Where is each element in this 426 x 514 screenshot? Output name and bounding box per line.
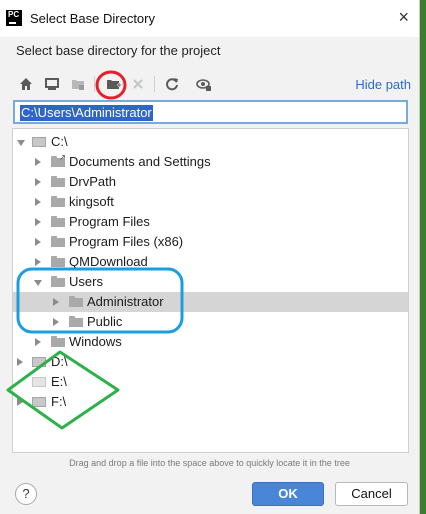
chevron-right-icon[interactable]: [17, 358, 23, 366]
tree-item-administrator[interactable]: Administrator: [13, 292, 408, 312]
folder-icon: [51, 276, 65, 287]
folder-icon: [51, 236, 65, 247]
tree-item-label: Program Files (x86): [69, 234, 184, 249]
app-icon-text: PC: [8, 10, 20, 19]
project-folder-icon[interactable]: [68, 74, 88, 94]
chevron-right-icon[interactable]: [35, 238, 41, 246]
cancel-button[interactable]: Cancel: [335, 482, 408, 506]
tree-item-label: DrvPath: [69, 174, 116, 189]
folder-icon: [51, 176, 65, 187]
chevron-right-icon[interactable]: [17, 398, 23, 406]
folder-icon: [51, 216, 65, 227]
home-icon[interactable]: [16, 74, 36, 94]
hide-path-link[interactable]: Hide path: [355, 77, 411, 92]
chevron-right-icon[interactable]: [35, 218, 41, 226]
tree-item-d-drive[interactable]: D:\: [13, 352, 408, 372]
tree-item-drvpath[interactable]: DrvPath: [13, 172, 408, 192]
tree-item-kingsoft[interactable]: kingsoft: [13, 192, 408, 212]
tree-item-label: Users: [69, 274, 103, 289]
folder-link-icon: ↗: [51, 154, 66, 167]
path-input[interactable]: C:\Users\Administrator: [13, 100, 408, 124]
folder-icon: [51, 256, 65, 267]
drive-icon: [32, 377, 46, 387]
delete-icon[interactable]: [128, 74, 148, 94]
tree-item-program-files-x86[interactable]: Program Files (x86): [13, 232, 408, 252]
new-folder-icon[interactable]: [104, 74, 124, 94]
tree-item-label: D:\: [51, 354, 68, 369]
tree-item-documents-and-settings[interactable]: ↗ Documents and Settings: [13, 152, 408, 172]
tree-item-label: Documents and Settings: [69, 154, 211, 169]
tree-item-users[interactable]: Users: [13, 272, 408, 292]
tree-item-label: E:\: [51, 374, 67, 389]
chevron-right-icon[interactable]: [35, 198, 41, 206]
chevron-right-icon[interactable]: [53, 318, 59, 326]
path-input-value: C:\Users\Administrator: [20, 105, 153, 121]
tree-item-label: kingsoft: [69, 194, 114, 209]
pycharm-logo-icon: PC: [6, 10, 22, 26]
tree-item-label: C:\: [51, 134, 68, 149]
window-title: Select Base Directory: [30, 11, 155, 26]
tree-item-label: Program Files: [69, 214, 150, 229]
desktop-icon[interactable]: [42, 74, 62, 94]
ok-button[interactable]: OK: [252, 482, 324, 506]
folder-icon: [69, 316, 83, 327]
tree-item-program-files[interactable]: Program Files: [13, 212, 408, 232]
tree-item-label: F:\: [51, 394, 67, 409]
close-icon[interactable]: ×: [398, 8, 409, 26]
tree-item-label: Public: [87, 314, 123, 329]
chevron-right-icon[interactable]: [35, 158, 41, 166]
chevron-right-icon[interactable]: [35, 258, 41, 266]
drive-icon: [32, 137, 46, 147]
chevron-down-icon[interactable]: [34, 280, 42, 286]
title-bar: PC Select Base Directory ×: [0, 0, 419, 37]
drag-drop-hint: Drag and drop a file into the space abov…: [69, 458, 350, 468]
toolbar: [12, 70, 412, 98]
tree-item-c-drive[interactable]: C:\: [13, 132, 408, 152]
refresh-icon[interactable]: [162, 74, 182, 94]
chevron-right-icon[interactable]: [53, 298, 59, 306]
tree-item-windows[interactable]: Windows: [13, 332, 408, 352]
dialog-subtitle: Select base directory for the project: [16, 43, 221, 58]
select-base-directory-dialog: PC Select Base Directory × Select base d…: [0, 0, 420, 514]
folder-icon: [51, 196, 65, 207]
chevron-right-icon[interactable]: [35, 178, 41, 186]
chevron-down-icon[interactable]: [17, 140, 25, 146]
folder-icon: [51, 336, 65, 347]
help-button[interactable]: ?: [15, 483, 37, 505]
tree-item-label: Windows: [69, 334, 122, 349]
show-hidden-icon[interactable]: [194, 74, 214, 94]
chevron-right-icon[interactable]: [35, 338, 41, 346]
tree-item-e-drive[interactable]: E:\: [13, 372, 408, 392]
tree-item-f-drive[interactable]: F:\: [13, 392, 408, 412]
drive-icon: [32, 357, 46, 367]
tree-item-label: QMDownload: [69, 254, 148, 269]
tree-item-public[interactable]: Public: [13, 312, 408, 332]
folder-icon: [69, 296, 83, 307]
drive-icon: [32, 397, 46, 407]
directory-tree[interactable]: C:\ ↗ Documents and Settings DrvPath kin…: [12, 128, 409, 453]
tree-item-label: Administrator: [87, 294, 164, 309]
tree-item-qmdownload[interactable]: QMDownload: [13, 252, 408, 272]
